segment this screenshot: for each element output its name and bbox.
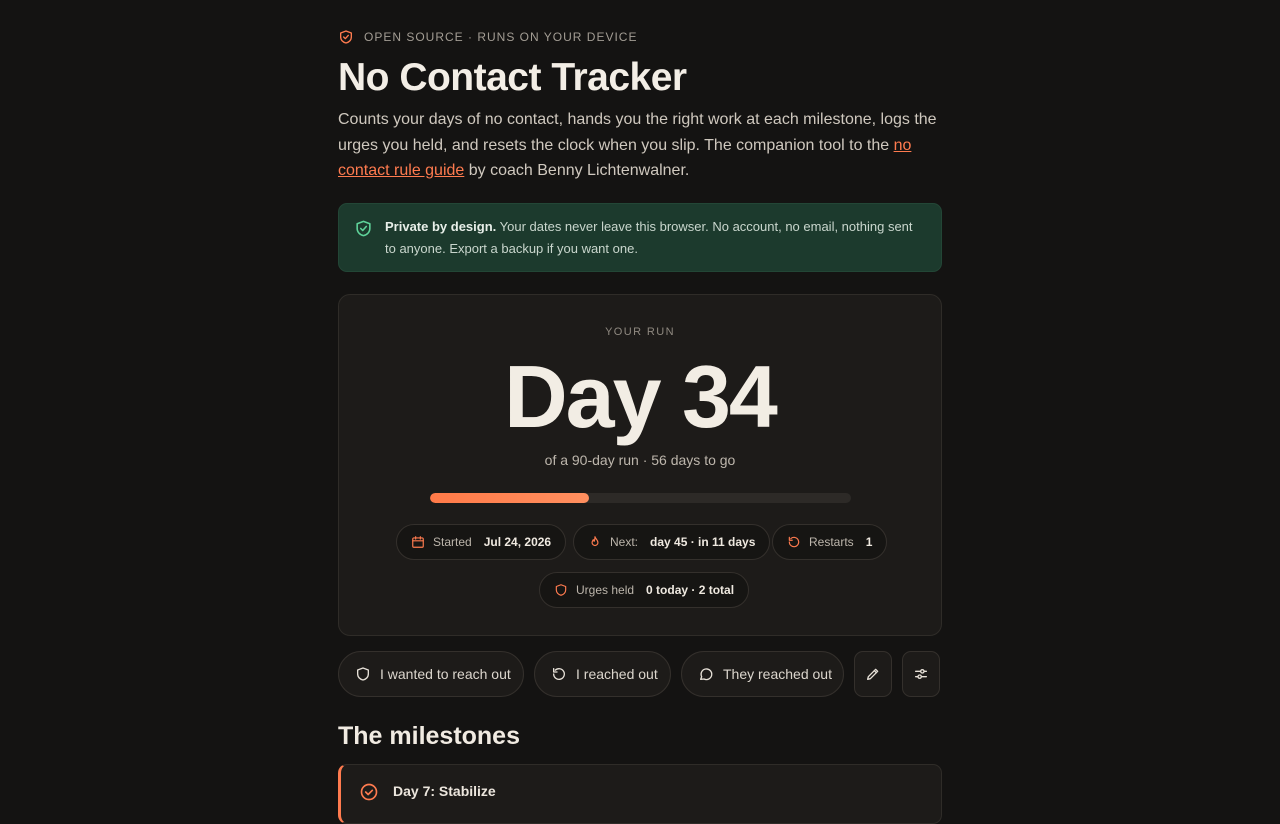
wanted-to-reach-out-button[interactable]: I wanted to reach out bbox=[338, 651, 524, 697]
next-milestone-chip: Next: day 45 · in 11 days bbox=[573, 524, 771, 560]
run-label: YOUR RUN bbox=[605, 326, 675, 338]
shield-icon bbox=[555, 584, 567, 596]
urges-value: 0 today · 2 total bbox=[646, 583, 735, 597]
run-subtitle: of a 90-day run · 56 days to go bbox=[544, 452, 736, 468]
started-chip: Started Jul 24, 2026 bbox=[396, 524, 567, 560]
they-label: They reached out bbox=[723, 666, 832, 682]
shield-icon bbox=[357, 667, 369, 681]
sliders-icon bbox=[915, 669, 927, 679]
started-label: Started bbox=[433, 535, 472, 549]
wanted-label: I wanted to reach out bbox=[380, 666, 511, 682]
check-circle-icon bbox=[360, 783, 378, 801]
intro-text: Counts your days of no contact, hands yo… bbox=[338, 107, 938, 184]
intro-text-start: Counts your days of no contact, hands yo… bbox=[338, 111, 937, 154]
restarts-chip: Restarts 1 bbox=[772, 524, 888, 560]
message-circle-icon bbox=[700, 668, 713, 681]
next-value: day 45 · in 11 days bbox=[650, 535, 756, 549]
restarts-label: Restarts bbox=[809, 535, 854, 549]
started-value: Jul 24, 2026 bbox=[483, 535, 552, 549]
progress-bar bbox=[430, 493, 851, 503]
calendar-icon bbox=[412, 536, 424, 548]
restart-icon bbox=[788, 536, 800, 548]
flame-icon bbox=[591, 536, 599, 547]
eyebrow: OPEN SOURCE · RUNS ON YOUR DEVICE bbox=[338, 29, 637, 45]
they-reached-out-button[interactable]: They reached out bbox=[681, 651, 844, 697]
eyebrow-text: OPEN SOURCE · RUNS ON YOUR DEVICE bbox=[364, 30, 638, 44]
settings-button[interactable] bbox=[902, 651, 940, 697]
shield-icon bbox=[340, 30, 352, 44]
edit-button[interactable] bbox=[854, 651, 892, 697]
milestone-label: Day 7: Stabilize bbox=[393, 783, 496, 799]
next-label: Next: bbox=[610, 535, 639, 549]
run-card: YOUR RUN Day 34 of a 90-day run · 56 day… bbox=[338, 294, 942, 636]
milestone-item[interactable]: Day 7: Stabilize bbox=[338, 764, 942, 824]
pencil-icon bbox=[867, 668, 879, 680]
shield-check-icon bbox=[356, 220, 371, 237]
day-counter: Day 34 bbox=[504, 347, 778, 446]
privacy-notice: Private by design. Your dates never leav… bbox=[338, 203, 942, 272]
privacy-title: Private by design. bbox=[385, 219, 497, 234]
page-title: No Contact Tracker bbox=[338, 56, 687, 99]
restarts-value: 1 bbox=[865, 535, 873, 549]
reached-out-button[interactable]: I reached out bbox=[534, 651, 671, 697]
urges-label: Urges held bbox=[576, 583, 635, 597]
urges-chip: Urges held 0 today · 2 total bbox=[539, 572, 750, 608]
progress-fill bbox=[430, 493, 590, 503]
intro-text-end: by coach Benny Lichtenwalner. bbox=[464, 162, 690, 179]
reached-label: I reached out bbox=[576, 666, 658, 682]
milestones-heading: The milestones bbox=[338, 722, 520, 750]
restart-icon bbox=[553, 668, 565, 680]
